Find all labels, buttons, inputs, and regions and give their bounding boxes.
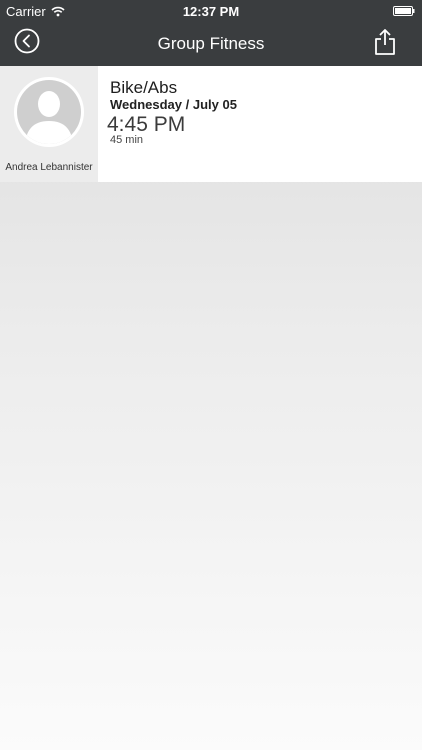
person-placeholder-icon [14, 77, 84, 147]
status-time: 12:37 PM [182, 4, 240, 19]
status-bar: Carrier 12:37 PM [0, 0, 422, 22]
battery-icon [393, 6, 415, 16]
page-title: Group Fitness [157, 34, 265, 53]
class-name: Bike/Abs [110, 78, 178, 97]
instructor-name: Andrea Lebannister [5, 162, 93, 173]
share-button[interactable] [374, 28, 396, 56]
navigation-bar: Group Fitness [0, 22, 422, 66]
app-header: Carrier 12:37 PM Group Fitness [0, 0, 422, 66]
class-date: Wednesday / July 05 [110, 97, 237, 112]
class-duration: 45 min [110, 134, 144, 146]
instructor-panel: Andrea Lebannister [0, 66, 98, 182]
class-list-item[interactable]: Andrea Lebannister Bike/Abs Wednesday / … [0, 66, 422, 182]
class-details: Bike/Abs Wednesday / July 05 4:45 PM 45 … [98, 66, 422, 182]
